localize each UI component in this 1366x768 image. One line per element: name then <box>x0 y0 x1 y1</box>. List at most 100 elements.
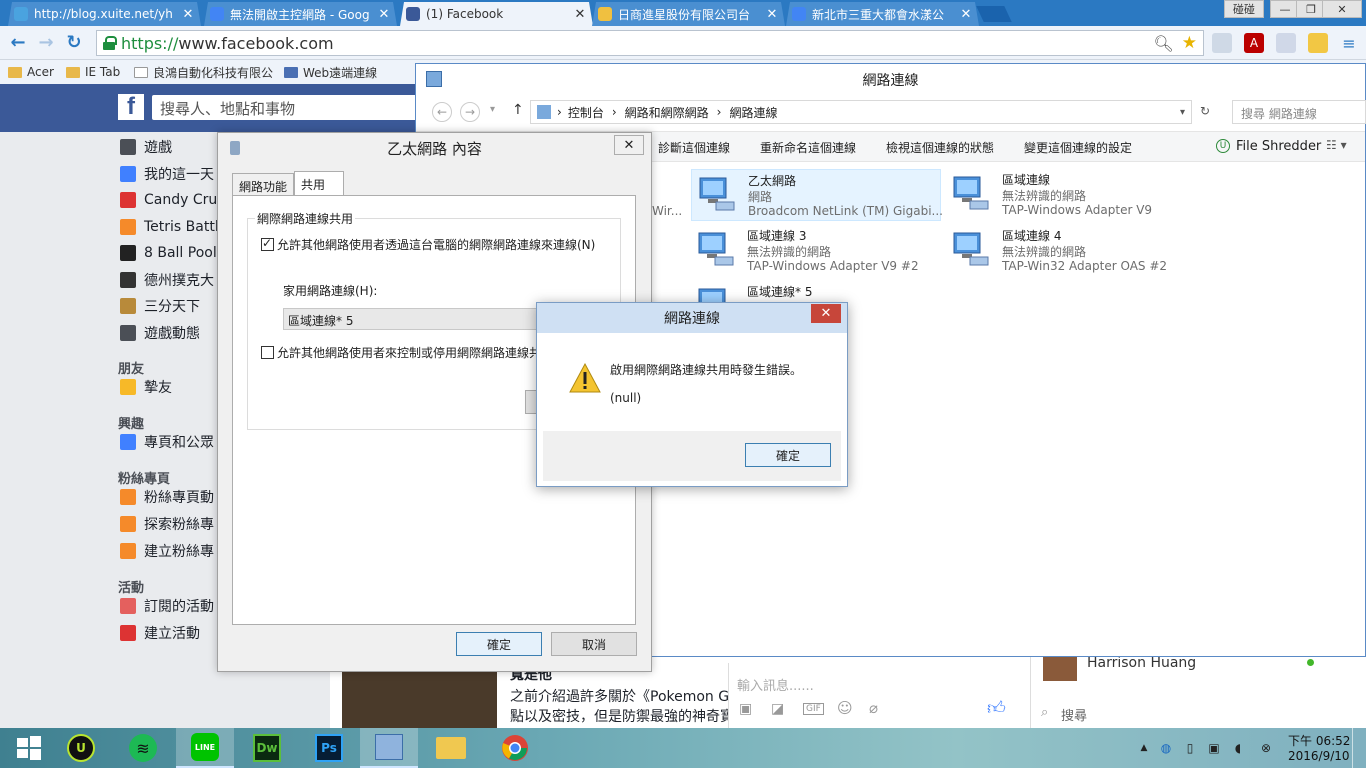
profile-button[interactable]: 碰碰 <box>1224 0 1264 18</box>
tray-device-icon[interactable]: ▯ <box>1182 740 1198 756</box>
back-arrow-icon[interactable]: ← <box>8 32 28 53</box>
network-adapter[interactable]: 區域連線 4 無法辨識的網路 TAP-Win32 Adapter OAS #2 <box>946 225 1196 277</box>
close-window-button[interactable]: ✕ <box>1322 0 1362 18</box>
allow-control-label[interactable]: 允許其他網路使用者來控制或停用網際網路連線共 <box>277 344 539 361</box>
taskbar-ubar[interactable]: U <box>52 728 110 768</box>
pdf-icon[interactable]: A <box>1244 33 1264 53</box>
ok-button[interactable]: 確定 <box>456 632 542 656</box>
taskbar-line[interactable]: LINE <box>176 728 234 768</box>
close-icon[interactable]: ✕ <box>811 304 841 323</box>
photo-icon[interactable]: ▣ <box>739 701 752 717</box>
fb-nav-item[interactable]: 粉絲專頁動 <box>120 486 214 508</box>
menu-icon[interactable]: ≡ <box>1340 34 1358 53</box>
cmd-change-settings[interactable]: 變更這個連線的設定 <box>1024 139 1132 156</box>
tab-sharing[interactable]: 共用 <box>294 171 344 197</box>
tray-notification-icon[interactable]: ⊗ <box>1258 740 1274 756</box>
tray-network-icon[interactable]: ▣ <box>1206 740 1222 756</box>
breadcrumb-item[interactable]: 網路和網際網路 <box>625 104 709 121</box>
tray-overflow-icon[interactable]: ▲ <box>1136 740 1152 756</box>
close-tab-icon[interactable]: ✕ <box>377 7 391 22</box>
fb-nav-item[interactable]: Tetris Battle <box>120 216 227 238</box>
up-arrow-icon[interactable]: ↑ <box>512 102 524 118</box>
bookmark-star-icon[interactable]: ★ <box>1182 33 1197 53</box>
fb-nav-item[interactable]: 探索粉絲專 <box>120 513 214 535</box>
fb-nav-item[interactable]: 專頁和公眾 <box>120 431 214 453</box>
taskbar-dreamweaver[interactable]: Dw <box>238 728 296 768</box>
fb-nav-item[interactable]: 遊戲 <box>120 136 172 158</box>
refresh-icon[interactable]: ↻ <box>1200 104 1210 118</box>
facebook-logo-icon[interactable]: f <box>118 93 144 120</box>
address-bar[interactable]: https://www.facebook.com 🔍︎ ★ <box>96 30 1204 56</box>
start-button[interactable] <box>0 728 58 768</box>
browser-tab[interactable]: (1) Facebook ✕ <box>400 2 593 26</box>
extension-icon[interactable] <box>1212 33 1232 53</box>
back-icon[interactable]: ← <box>432 102 452 122</box>
clock-time[interactable]: 下午 06:52 <box>1288 732 1350 749</box>
fb-nav-item[interactable]: Candy Crus <box>120 189 225 211</box>
tray-network-globe-icon[interactable]: ◍ <box>1158 740 1174 756</box>
taskbar-photoshop[interactable]: Ps <box>300 728 358 768</box>
gif-icon[interactable]: GIF <box>803 703 824 715</box>
chat-search-input[interactable]: 搜尋 <box>1061 705 1087 724</box>
network-adapter[interactable]: 區域連線 無法辨識的網路 TAP-Windows Adapter V9 <box>946 169 1196 221</box>
close-tab-icon[interactable]: ✕ <box>959 7 973 22</box>
view-options-icon[interactable]: ☷ ▾ <box>1326 138 1347 152</box>
network-adapter[interactable]: 區域連線 3 無法辨識的網路 TAP-Windows Adapter V9 #2 <box>691 225 941 277</box>
fb-nav-item[interactable]: 建立活動 <box>120 622 200 644</box>
fb-nav-item[interactable]: 遊戲動態 <box>120 322 200 344</box>
cancel-button[interactable]: 取消 <box>551 632 637 656</box>
forward-arrow-icon[interactable]: → <box>36 32 56 53</box>
recent-dropdown-icon[interactable]: ▾ <box>490 104 495 115</box>
cmd-diagnose[interactable]: 診斷這個連線 <box>658 139 730 156</box>
attach-icon[interactable]: ⌀ <box>869 699 878 717</box>
breadcrumb[interactable]: › 控制台 › 網路和網際網路 › 網路連線 ▾ <box>530 100 1192 124</box>
browser-tab[interactable]: 新北市三重大都會水漾公 ✕ <box>786 2 979 26</box>
clock-date[interactable]: 2016/9/10 <box>1288 749 1350 763</box>
close-dialog-button[interactable]: ✕ <box>614 135 644 155</box>
bookmark-web-remote[interactable]: Web遠端連線 <box>284 63 377 81</box>
bookmark-ie-tab[interactable]: IE Tab <box>66 63 120 81</box>
facebook-search-input[interactable]: 搜尋人、地點和事物 <box>152 95 422 120</box>
close-tab-icon[interactable]: ✕ <box>765 7 779 22</box>
bookmark-company[interactable]: 良鴻自動化科技有限公 <box>134 63 273 81</box>
browser-tab[interactable]: 無法開啟主控網路 - Goog ✕ <box>204 2 397 26</box>
taskbar-chrome[interactable] <box>486 728 544 768</box>
search-input[interactable]: 搜尋 網路連線 <box>1232 100 1366 124</box>
sticker-icon[interactable]: ◪ <box>771 701 784 717</box>
close-tab-icon[interactable]: ✕ <box>181 7 195 22</box>
show-desktop-button[interactable] <box>1352 728 1366 768</box>
emoji-icon[interactable]: ☺ <box>837 699 853 717</box>
fb-nav-item[interactable]: 8 Ball Pool <box>120 242 217 264</box>
chat-input[interactable]: 輸入訊息...... <box>737 675 814 694</box>
allow-share-label[interactable]: 允許其他網路使用者透過這台電腦的網際網路連線來連線(N) <box>277 236 595 253</box>
unicorn-icon[interactable] <box>1276 33 1296 53</box>
bookmark-acer[interactable]: Acer <box>8 63 54 81</box>
fb-nav-item[interactable]: 我的這一天 <box>120 163 214 185</box>
fb-nav-item[interactable]: 德州撲克大 <box>120 269 214 291</box>
close-tab-icon[interactable]: ✕ <box>573 7 587 22</box>
browser-tab[interactable]: http://blog.xuite.net/yh ✕ <box>8 2 201 26</box>
breadcrumb-item[interactable]: 網路連線 <box>729 104 777 121</box>
tray-volume-icon[interactable]: ◖ <box>1230 740 1246 756</box>
zoom-icon[interactable]: 🔍︎ <box>1153 34 1173 53</box>
network-adapter[interactable]: 乙太網路 網路 Broadcom NetLink (TM) Gigabi... <box>691 169 943 221</box>
breadcrumb-item[interactable]: 控制台 <box>568 104 604 121</box>
fb-nav-item[interactable]: 建立粉絲專 <box>120 540 214 562</box>
fb-nav-item[interactable]: 摯友 <box>120 376 172 398</box>
taskbar-spotify[interactable]: ≋ <box>114 728 172 768</box>
taskbar-file-explorer[interactable] <box>422 728 480 768</box>
fb-nav-item[interactable]: 三分天下 <box>120 295 200 317</box>
fb-nav-item[interactable]: 訂閱的活動 <box>120 595 214 617</box>
error-ok-button[interactable]: 確定 <box>745 443 831 467</box>
post-image[interactable] <box>342 672 497 730</box>
cmd-rename[interactable]: 重新命名這個連線 <box>760 139 856 156</box>
forward-icon[interactable]: → <box>460 102 480 122</box>
allow-control-checkbox[interactable] <box>261 346 274 359</box>
extension-badge-icon[interactable] <box>1308 33 1328 53</box>
home-network-select[interactable]: 區域連線* 5 <box>283 308 543 330</box>
cmd-view-status[interactable]: 檢視這個連線的狀態 <box>886 139 994 156</box>
browser-tab[interactable]: 日商進星股份有限公司台 ✕ <box>592 2 785 26</box>
reload-icon[interactable]: ↻ <box>64 32 84 53</box>
chat-contact-name[interactable]: Harrison Huang <box>1087 655 1196 671</box>
chevron-down-icon[interactable]: ▾ <box>1180 107 1185 118</box>
